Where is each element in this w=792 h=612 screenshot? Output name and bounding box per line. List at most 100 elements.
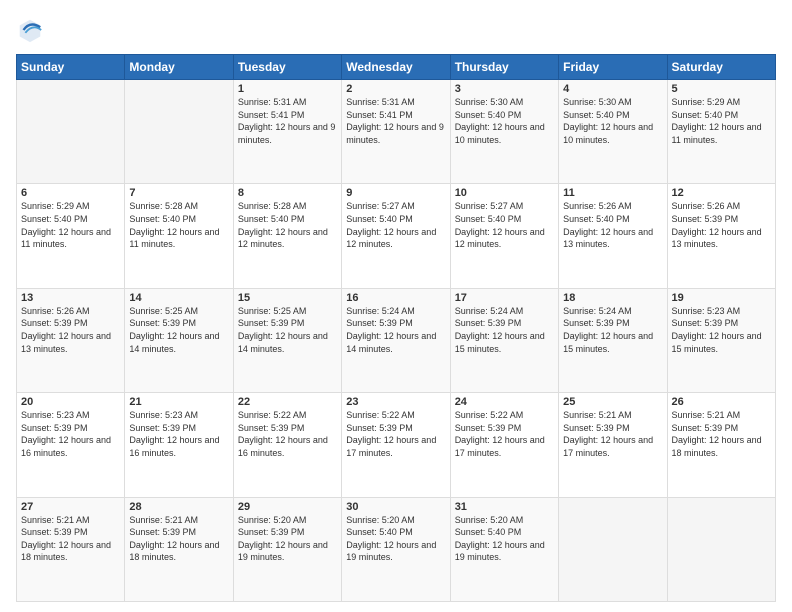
day-info: Sunrise: 5:26 AMSunset: 5:40 PMDaylight:… [563,201,653,249]
day-number: 29 [238,501,337,513]
day-number: 23 [346,396,445,408]
header [16,16,776,44]
day-number: 2 [346,83,445,95]
calendar-cell: 29 Sunrise: 5:20 AMSunset: 5:39 PMDayligh… [233,497,341,601]
calendar-week-row: 6Sunrise: 5:29 AMSunset: 5:40 PMDaylight… [17,184,776,288]
calendar-week-row: 20 Sunrise: 5:23 AMSunset: 5:39 PMDayligh… [17,393,776,497]
day-info: Sunrise: 5:20 AMSunset: 5:39 PMDaylight:… [238,515,328,563]
calendar-cell: 2 Sunrise: 5:31 AMSunset: 5:41 PMDaylight… [342,80,450,184]
weekday-header-thursday: Thursday [450,55,558,80]
day-number: 1 [238,83,337,95]
calendar-cell [667,497,775,601]
day-number: 15 [238,292,337,304]
logo [16,16,48,44]
day-info: Sunrise: 5:20 AMSunset: 5:40 PMDaylight:… [455,515,545,563]
day-info: Sunrise: 5:26 AMSunset: 5:39 PMDaylight:… [672,201,762,249]
calendar-cell: 15 Sunrise: 5:25 AMSunset: 5:39 PMDayligh… [233,288,341,392]
day-info: Sunrise: 5:30 AMSunset: 5:40 PMDaylight:… [563,97,653,145]
day-info: Sunrise: 5:27 AMSunset: 5:40 PMDaylight:… [346,201,436,249]
day-info: Sunrise: 5:27 AMSunset: 5:40 PMDaylight:… [455,201,545,249]
calendar-cell: 25 Sunrise: 5:21 AMSunset: 5:39 PMDayligh… [559,393,667,497]
weekday-header-wednesday: Wednesday [342,55,450,80]
day-info: Sunrise: 5:24 AMSunset: 5:39 PMDaylight:… [455,306,545,354]
day-info: Sunrise: 5:31 AMSunset: 5:41 PMDaylight:… [346,97,444,145]
day-info: Sunrise: 5:23 AMSunset: 5:39 PMDaylight:… [129,410,219,458]
day-number: 26 [672,396,771,408]
calendar-cell: 7Sunrise: 5:28 AMSunset: 5:40 PMDaylight… [125,184,233,288]
calendar-cell: 3 Sunrise: 5:30 AMSunset: 5:40 PMDaylight… [450,80,558,184]
day-number: 27 [21,501,120,513]
day-number: 22 [238,396,337,408]
day-info: Sunrise: 5:29 AMSunset: 5:40 PMDaylight:… [672,97,762,145]
calendar-cell: 30 Sunrise: 5:20 AMSunset: 5:40 PMDayligh… [342,497,450,601]
day-number: 19 [672,292,771,304]
calendar-cell [559,497,667,601]
day-number: 17 [455,292,554,304]
calendar-cell: 22 Sunrise: 5:22 AMSunset: 5:39 PMDayligh… [233,393,341,497]
day-number: 18 [563,292,662,304]
day-number: 24 [455,396,554,408]
day-info: Sunrise: 5:24 AMSunset: 5:39 PMDaylight:… [563,306,653,354]
day-info: Sunrise: 5:31 AMSunset: 5:41 PMDaylight:… [238,97,336,145]
day-info: Sunrise: 5:28 AMSunset: 5:40 PMDaylight:… [129,201,219,249]
day-number: 21 [129,396,228,408]
day-number: 25 [563,396,662,408]
day-number: 9 [346,187,445,199]
day-number: 31 [455,501,554,513]
day-info: Sunrise: 5:24 AMSunset: 5:39 PMDaylight:… [346,306,436,354]
calendar-cell: 23Sunrise: 5:22 AMSunset: 5:39 PMDayligh… [342,393,450,497]
day-info: Sunrise: 5:22 AMSunset: 5:39 PMDaylight:… [238,410,328,458]
day-info: Sunrise: 5:28 AMSunset: 5:40 PMDaylight:… [238,201,328,249]
calendar-cell: 20 Sunrise: 5:23 AMSunset: 5:39 PMDayligh… [17,393,125,497]
day-number: 14 [129,292,228,304]
weekday-header-sunday: Sunday [17,55,125,80]
day-number: 13 [21,292,120,304]
day-number: 16 [346,292,445,304]
day-number: 11 [563,187,662,199]
calendar-cell: 13 Sunrise: 5:26 AMSunset: 5:39 PMDayligh… [17,288,125,392]
calendar-table: SundayMondayTuesdayWednesdayThursdayFrid… [16,54,776,602]
calendar-cell: 19Sunrise: 5:23 AMSunset: 5:39 PMDayligh… [667,288,775,392]
day-info: Sunrise: 5:21 AMSunset: 5:39 PMDaylight:… [563,410,653,458]
weekday-header-row: SundayMondayTuesdayWednesdayThursdayFrid… [17,55,776,80]
day-number: 20 [21,396,120,408]
calendar-cell: 17 Sunrise: 5:24 AMSunset: 5:39 PMDayligh… [450,288,558,392]
calendar-page: SundayMondayTuesdayWednesdayThursdayFrid… [0,0,792,612]
calendar-cell: 28 Sunrise: 5:21 AMSunset: 5:39 PMDayligh… [125,497,233,601]
calendar-cell: 12 Sunrise: 5:26 AMSunset: 5:39 PMDayligh… [667,184,775,288]
calendar-cell: 18 Sunrise: 5:24 AMSunset: 5:39 PMDayligh… [559,288,667,392]
weekday-header-friday: Friday [559,55,667,80]
day-number: 28 [129,501,228,513]
day-info: Sunrise: 5:23 AMSunset: 5:39 PMDaylight:… [21,410,111,458]
calendar-cell: 16 Sunrise: 5:24 AMSunset: 5:39 PMDayligh… [342,288,450,392]
day-info: Sunrise: 5:21 AMSunset: 5:39 PMDaylight:… [21,515,111,563]
weekday-header-tuesday: Tuesday [233,55,341,80]
calendar-cell: 21 Sunrise: 5:23 AMSunset: 5:39 PMDayligh… [125,393,233,497]
calendar-cell: 9 Sunrise: 5:27 AMSunset: 5:40 PMDaylight… [342,184,450,288]
day-number: 8 [238,187,337,199]
weekday-header-monday: Monday [125,55,233,80]
calendar-cell: 27 Sunrise: 5:21 AMSunset: 5:39 PMDayligh… [17,497,125,601]
day-info: Sunrise: 5:20 AMSunset: 5:40 PMDaylight:… [346,515,436,563]
calendar-cell: 14 Sunrise: 5:25 AMSunset: 5:39 PMDayligh… [125,288,233,392]
calendar-cell: 26 Sunrise: 5:21 AMSunset: 5:39 PMDayligh… [667,393,775,497]
day-info: Sunrise: 5:26 AMSunset: 5:39 PMDaylight:… [21,306,111,354]
calendar-week-row: 1 Sunrise: 5:31 AMSunset: 5:41 PMDaylight… [17,80,776,184]
calendar-cell [125,80,233,184]
calendar-cell: 10Sunrise: 5:27 AMSunset: 5:40 PMDayligh… [450,184,558,288]
calendar-cell: 4Sunrise: 5:30 AMSunset: 5:40 PMDaylight… [559,80,667,184]
calendar-cell: 6Sunrise: 5:29 AMSunset: 5:40 PMDaylight… [17,184,125,288]
day-info: Sunrise: 5:25 AMSunset: 5:39 PMDaylight:… [238,306,328,354]
day-number: 30 [346,501,445,513]
day-info: Sunrise: 5:21 AMSunset: 5:39 PMDaylight:… [672,410,762,458]
calendar-cell: 11 Sunrise: 5:26 AMSunset: 5:40 PMDayligh… [559,184,667,288]
weekday-header-saturday: Saturday [667,55,775,80]
day-info: Sunrise: 5:21 AMSunset: 5:39 PMDaylight:… [129,515,219,563]
day-number: 5 [672,83,771,95]
day-info: Sunrise: 5:25 AMSunset: 5:39 PMDaylight:… [129,306,219,354]
day-number: 3 [455,83,554,95]
day-info: Sunrise: 5:22 AMSunset: 5:39 PMDaylight:… [455,410,545,458]
day-number: 12 [672,187,771,199]
day-info: Sunrise: 5:30 AMSunset: 5:40 PMDaylight:… [455,97,545,145]
day-info: Sunrise: 5:29 AMSunset: 5:40 PMDaylight:… [21,201,111,249]
